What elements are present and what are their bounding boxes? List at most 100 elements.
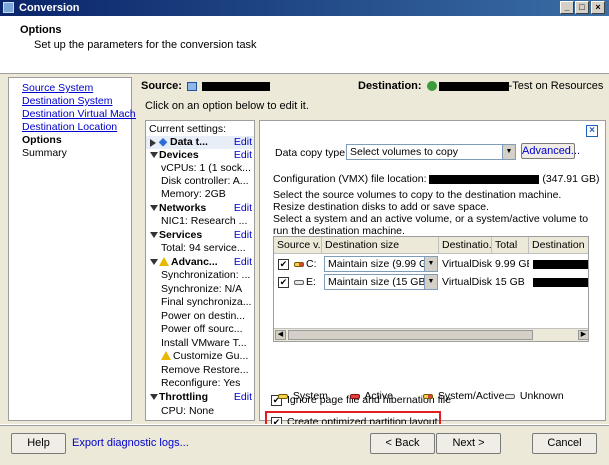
edit-link[interactable]: Edit: [234, 256, 252, 268]
column-header[interactable]: Destination size: [322, 237, 439, 254]
page-header: Options Set up the parameters for the co…: [0, 16, 609, 74]
export-logs-link[interactable]: Export diagnostic logs...: [72, 437, 189, 449]
setting-item[interactable]: Customize Gu...: [146, 350, 254, 363]
setting-services[interactable]: Services Edit: [146, 229, 254, 242]
redacted-destination-name: [438, 81, 509, 91]
destination-label: Destination:: [358, 80, 422, 92]
redacted-datastore: [429, 174, 540, 184]
active-disk-icon: [350, 393, 360, 399]
column-header[interactable]: Source v...: [274, 237, 322, 254]
wizard-steps-nav: Source System Destination System Destina…: [8, 77, 150, 421]
footer-divider: [0, 425, 609, 426]
chevron-down-icon: ▼: [502, 145, 515, 159]
destination-size-dropdown[interactable]: Maintain size (9.99 GB) ▼: [324, 256, 438, 272]
setting-item[interactable]: Remove Restore...: [146, 364, 254, 377]
setting-item[interactable]: Reconfigure: Yes: [146, 377, 254, 390]
setting-item[interactable]: Install VMware T...: [146, 337, 254, 350]
scroll-right-icon[interactable]: ▶: [578, 330, 588, 340]
minimize-icon[interactable]: _: [560, 1, 574, 14]
collapse-icon: [150, 259, 158, 265]
warning-icon: [159, 257, 169, 266]
setting-devices[interactable]: Devices Edit: [146, 149, 254, 162]
system-disk-icon: [278, 393, 288, 399]
setting-item[interactable]: Total: 94 service...: [146, 242, 254, 255]
redacted-source-name: [202, 81, 271, 91]
data-copy-detail-panel: × Data copy type: Select volumes to copy…: [259, 120, 606, 435]
window-title: Conversion: [19, 2, 80, 14]
help-button[interactable]: Help: [11, 433, 66, 454]
volumes-description: Select the source volumes to copy to the…: [273, 189, 589, 237]
next-button[interactable]: Next >: [436, 433, 501, 454]
chevron-down-icon: ▼: [424, 257, 437, 271]
edit-link[interactable]: Edit: [234, 229, 252, 241]
scroll-left-icon[interactable]: ◀: [275, 330, 286, 340]
wizard-footer: Help Export diagnostic logs... < Back Ne…: [0, 424, 609, 465]
collapse-icon: [150, 205, 158, 211]
legend-active: Active: [350, 390, 393, 402]
setting-item[interactable]: CPU: None: [146, 405, 254, 418]
back-button[interactable]: < Back: [370, 433, 435, 454]
setting-item[interactable]: Synchronization: ...: [146, 269, 254, 282]
setting-item[interactable]: vCPUs: 1 (1 sock...: [146, 162, 254, 175]
unknown-disk-icon: [505, 393, 515, 399]
edit-link[interactable]: Edit: [234, 202, 252, 214]
main-content: Source: Destination: -Test on Resources …: [136, 77, 609, 435]
settings-heading: Current settings:: [149, 123, 227, 135]
page-title: Options: [20, 24, 62, 36]
legend-system: System: [278, 390, 328, 402]
destination-suffix: -Test on Resources: [508, 80, 604, 92]
close-icon[interactable]: ×: [591, 1, 605, 14]
computer-icon: [187, 81, 198, 91]
app-icon: [3, 2, 14, 13]
setting-label: ◆ Data t...: [159, 136, 208, 148]
setting-item[interactable]: Synchronize: N/A: [146, 283, 254, 296]
setting-item[interactable]: Memory: 2GB: [146, 188, 254, 201]
nav-summary: Summary: [22, 147, 67, 159]
nav-destination-virtual-machine[interactable]: Destination Virtual Machine: [22, 108, 150, 120]
cancel-button[interactable]: Cancel: [532, 433, 597, 454]
close-panel-icon[interactable]: ×: [586, 125, 598, 137]
collapse-icon: [150, 232, 158, 238]
copy-type-dropdown[interactable]: Select volumes to copy ▼: [346, 144, 516, 160]
warning-icon: [161, 351, 171, 360]
redacted-destination: [533, 259, 588, 269]
advanced-button[interactable]: Advanced...: [521, 143, 580, 159]
page-subtitle: Set up the parameters for the conversion…: [34, 39, 257, 51]
chevron-down-icon: ▼: [424, 275, 437, 289]
column-header[interactable]: Total: [492, 237, 529, 254]
nav-source-system[interactable]: Source System: [22, 82, 93, 94]
nav-destination-system[interactable]: Destination System: [22, 95, 112, 107]
expand-icon: [150, 139, 156, 147]
vmx-location: Configuration (VMX) file location: (347.…: [273, 173, 600, 185]
source-label: Source:: [141, 80, 182, 92]
destination-size-dropdown[interactable]: Maintain size (15 GB) ▼: [324, 274, 438, 290]
setting-item[interactable]: Power off sourc...: [146, 323, 254, 336]
horizontal-scrollbar[interactable]: ◀ ▶: [274, 328, 588, 341]
vm-icon: [426, 81, 437, 92]
volume-e-checkbox[interactable]: ✔: [278, 277, 289, 288]
plain-disk-icon: [294, 279, 304, 285]
edit-link[interactable]: Edit: [234, 391, 252, 403]
copy-type-label: Data copy type:: [275, 147, 348, 159]
volume-c-checkbox[interactable]: ✔: [278, 259, 289, 270]
redacted-destination: [533, 277, 588, 287]
column-header[interactable]: Destinatio...: [439, 237, 492, 254]
scrollbar-thumb[interactable]: [288, 330, 533, 340]
maximize-icon[interactable]: □: [575, 1, 589, 14]
edit-hint: Click on an option below to edit it.: [145, 100, 309, 112]
setting-data-copy[interactable]: ◆ Data t... Edit: [146, 136, 254, 149]
column-header[interactable]: Destination (: [529, 237, 588, 254]
setting-throttling[interactable]: Throttling Edit: [146, 391, 254, 404]
current-settings-panel: Current settings: ◆ Data t... Edit Devic…: [145, 120, 255, 421]
setting-networks[interactable]: Networks Edit: [146, 202, 254, 215]
nav-options-current: Options: [22, 134, 62, 146]
setting-item[interactable]: NIC1: Research ...: [146, 215, 254, 228]
edit-link[interactable]: Edit: [234, 149, 252, 161]
setting-item[interactable]: Final synchroniza...: [146, 296, 254, 309]
nav-destination-location[interactable]: Destination Location: [22, 121, 117, 133]
setting-item[interactable]: Disk controller: A...: [146, 175, 254, 188]
edit-link[interactable]: Edit: [234, 136, 252, 148]
setting-advanced[interactable]: Advanc... Edit: [146, 256, 254, 269]
setting-item[interactable]: Power on destin...: [146, 310, 254, 323]
volumes-table: Source v... Destination size Destinatio.…: [273, 236, 589, 342]
